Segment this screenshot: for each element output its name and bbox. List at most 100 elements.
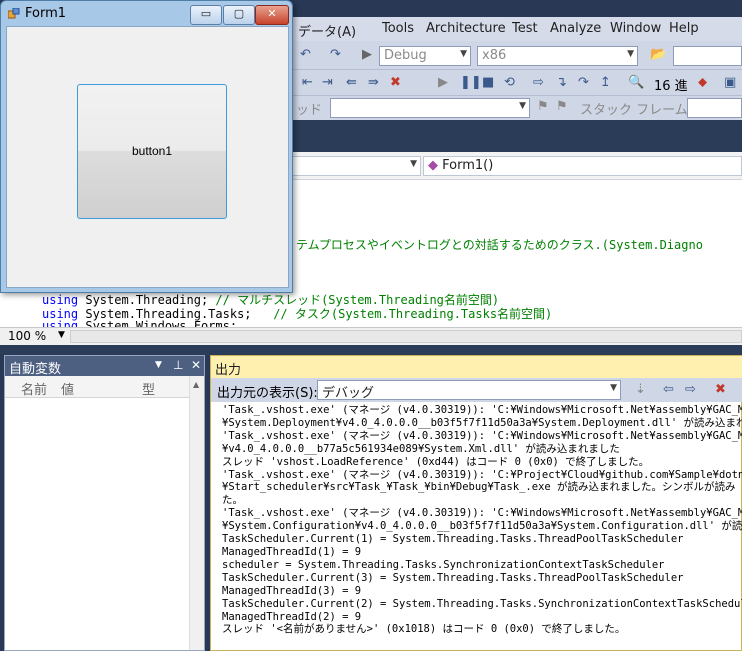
menu-data[interactable]: データ(A) <box>298 21 356 40</box>
autos-title-bar[interactable]: 自動変数 ▼ ⊥ ✕ <box>5 356 204 377</box>
member-combo[interactable]: ◆ Form1() <box>423 156 742 176</box>
output-line: スレッド '<名前がありません>' (0x1018) はコード 0 (0x0) … <box>222 623 626 636</box>
chevron-down-icon: ▼ <box>460 49 467 59</box>
find-in-files-icon[interactable]: 📂 <box>650 47 666 62</box>
bookmark-prev-icon[interactable]: ⇚ <box>346 75 357 90</box>
stack-frame-combo[interactable] <box>687 98 742 118</box>
chevron-down-icon[interactable]: ▼ <box>58 330 65 340</box>
bookmark-folder-icon[interactable]: ⇛ <box>368 75 379 90</box>
chevron-down-icon: ▼ <box>410 159 417 169</box>
bookmark-icon[interactable]: ⇤ <box>302 75 313 90</box>
autos-title: 自動変数 <box>9 362 62 377</box>
pin-icon[interactable]: ⊥ <box>173 358 183 372</box>
show-next-statement-icon[interactable]: ⇨ <box>533 75 544 90</box>
output-line: ¥Start_scheduler¥src¥Task_¥Task_¥bin¥Deb… <box>222 481 736 494</box>
output-line: TaskScheduler.Current(2) = System.Thread… <box>222 597 742 610</box>
minimize-button[interactable]: ▭ <box>190 5 222 25</box>
next-message-icon[interactable]: ⇨ <box>685 382 696 397</box>
show-output-from-label: 出力元の表示(S): <box>217 386 318 401</box>
prev-message-icon[interactable]: ⇦ <box>663 382 674 397</box>
find-message-icon[interactable]: ⇣ <box>635 382 646 397</box>
output-line: 'Task_.vshost.exe' (マネージ (v4.0.30319)): … <box>222 429 742 442</box>
output-line: ManagedThreadId(1) = 9 <box>222 545 362 558</box>
solution-config-combo[interactable]: Debug ▼ <box>379 46 471 66</box>
close-icon: ✕ <box>267 7 277 20</box>
output-text[interactable]: 'Task_.vshost.exe' (マネージ (v4.0.30319)): … <box>222 404 742 650</box>
output-line: 'Task_.vshost.exe' (マネージ (v4.0.30319)): … <box>222 468 742 481</box>
menu-window[interactable]: Window <box>610 21 661 36</box>
solution-platform-combo[interactable]: x86 ▼ <box>477 46 638 66</box>
bookmark-next-icon[interactable]: ⇥ <box>322 75 333 90</box>
output-line: scheduler = System.Threading.Tasks.Synch… <box>222 558 665 571</box>
redo-icon[interactable]: ↷ <box>330 47 341 62</box>
code-line: テムプロセスやイベントログとの対話するためのクラス.(System.Diagno <box>296 238 703 252</box>
output-line: スレッド 'vshost.LoadReference' (0xd44) はコード… <box>222 455 650 468</box>
clear-all-icon[interactable]: ✖ <box>715 382 726 397</box>
output-line: た。 <box>222 494 243 507</box>
output-line: TaskScheduler.Current(3) = System.Thread… <box>222 571 684 584</box>
output-line: 'Task_.vshost.exe' (マネージ (v4.0.30319)): … <box>222 404 742 416</box>
step-into-icon[interactable]: ↴ <box>556 75 567 90</box>
stop-icon[interactable]: ■ <box>482 75 494 90</box>
continue-icon[interactable]: ▶ <box>438 75 448 90</box>
horizontal-scrollbar[interactable] <box>70 330 742 343</box>
close-button[interactable]: ✕ <box>255 5 289 25</box>
window-title: Form1 <box>25 6 67 21</box>
close-icon[interactable]: ✕ <box>191 358 201 372</box>
clear-bookmarks-icon[interactable]: ✖ <box>390 75 401 90</box>
thread-label: ッド <box>296 103 323 118</box>
flag-all-icon[interactable]: ⚑ <box>556 99 568 114</box>
quickwatch-icon[interactable]: 🔍 <box>628 75 644 90</box>
output-line: ¥System.Deployment¥v4.0_4.0.0.0__b03f5f7… <box>222 416 742 429</box>
output-line: ¥System.Configuration¥v4.0_4.0.0.0__b03f… <box>222 520 742 533</box>
maximize-icon: ▢ <box>233 7 245 20</box>
output-source-combo[interactable]: デバッグ ▼ <box>317 380 621 401</box>
chevron-down-icon[interactable]: ▼ <box>155 360 162 370</box>
menu-architecture[interactable]: Architecture <box>426 21 506 36</box>
undo-icon[interactable]: ↶ <box>300 47 311 62</box>
button1[interactable]: button1 <box>77 84 227 219</box>
output-toolbar: 出力元の表示(S): デバッグ ▼ ⇣ ⇦ ⇨ ✖ <box>211 378 742 402</box>
hex-display-toggle[interactable]: 16 進 <box>654 75 688 94</box>
output-line: ¥v4.0_4.0.0.0__b77a5c561934e089¥System.X… <box>222 442 620 455</box>
step-over-icon[interactable]: ↷ <box>578 75 589 90</box>
autos-column-header: 名前 値 型 <box>5 376 204 398</box>
output-title-bar[interactable]: 出力 <box>211 356 742 378</box>
editor-zoom-bar: 100 % ▼ <box>0 327 742 345</box>
output-line: ManagedThreadId(3) = 9 <box>222 584 362 597</box>
thread-combo[interactable]: ▼ <box>330 98 530 118</box>
output-window: 出力 出力元の表示(S): デバッグ ▼ ⇣ ⇦ ⇨ ✖ 'Task_.vshos… <box>210 355 742 651</box>
output-window-icon[interactable]: ▣ <box>724 75 736 90</box>
minimize-icon: ▭ <box>200 7 212 20</box>
vertical-scrollbar[interactable]: ▲ <box>189 376 204 650</box>
chevron-down-icon: ▼ <box>627 49 634 59</box>
column-name[interactable]: 名前 <box>21 379 47 398</box>
zoom-level[interactable]: 100 % <box>8 329 46 343</box>
start-debug-icon[interactable]: ▶ <box>362 47 372 62</box>
column-type[interactable]: 型 <box>142 379 155 398</box>
form-client-area: button1 <box>6 26 289 288</box>
chevron-down-icon: ▼ <box>610 383 617 393</box>
chevron-down-icon: ▼ <box>519 101 526 111</box>
output-line: 'Task_.vshost.exe' (マネージ (v4.0.30319)): … <box>222 507 742 520</box>
maximize-button[interactable]: ▢ <box>223 5 255 25</box>
output-title: 出力 <box>215 363 242 378</box>
output-line: ManagedThreadId(2) = 9 <box>222 610 362 623</box>
menu-help[interactable]: Help <box>669 21 699 36</box>
chevron-up-icon[interactable]: ▲ <box>193 380 199 389</box>
form-icon <box>7 7 20 20</box>
restart-icon[interactable]: ⟲ <box>504 75 515 90</box>
find-combo[interactable] <box>673 46 742 66</box>
menu-analyze[interactable]: Analyze <box>550 21 601 36</box>
menu-test[interactable]: Test <box>512 21 538 36</box>
panel-splitter[interactable] <box>0 345 742 355</box>
menu-tools[interactable]: Tools <box>382 21 414 36</box>
form1-window: Form1 ▭ ▢ ✕ button1 <box>0 0 293 293</box>
autos-window: 自動変数 ▼ ⊥ ✕ 名前 値 型 ▲ <box>4 355 205 651</box>
column-value[interactable]: 値 <box>61 379 74 398</box>
flag-icon[interactable]: ⚑ <box>537 99 549 114</box>
pause-icon[interactable]: ❚❚ <box>460 75 482 90</box>
breakpoints-icon[interactable]: ⬥ <box>698 75 707 90</box>
step-out-icon[interactable]: ↥ <box>600 75 611 90</box>
method-icon: ◆ <box>428 158 438 173</box>
